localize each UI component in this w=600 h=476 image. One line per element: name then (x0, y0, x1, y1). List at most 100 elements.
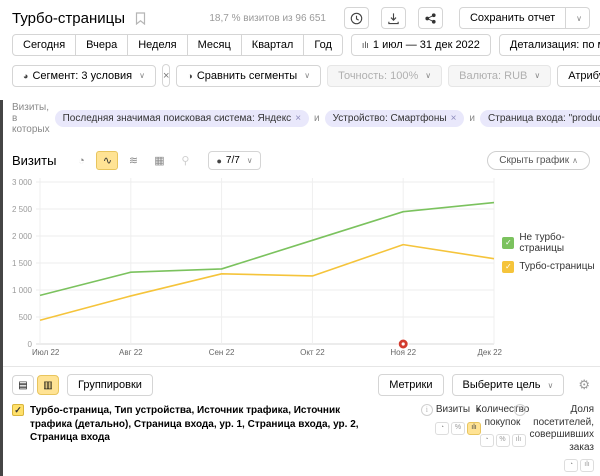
line-chart-icon[interactable]: ∿ (96, 151, 118, 170)
grouping-description: Турбо-страница, Тип устройства, Источник… (12, 404, 376, 472)
preset-week[interactable]: Неделя (128, 34, 187, 56)
segment-icon: ◕ (23, 71, 28, 81)
gear-icon[interactable] (578, 377, 590, 393)
report-header: Турбо-страницы 18,7 % визитов из 96 651 … (0, 0, 600, 31)
preset-month[interactable]: Месяц (188, 34, 242, 56)
chart-header: Визиты ◔ ∿ ≋ ▦ ⚲ ● 7/7 Скрыть график (12, 151, 590, 170)
share-display-modes: ◔ ılı (564, 459, 594, 472)
svg-text:Дек 22: Дек 22 (478, 348, 503, 357)
svg-text:2 000: 2 000 (12, 232, 33, 241)
svg-text:Июл 22: Июл 22 (32, 348, 60, 357)
compare-icon: ◑ (187, 71, 192, 81)
collapsed-sidebar-edge (0, 100, 3, 476)
legend-checkbox[interactable] (502, 261, 514, 273)
date-range-value: 1 июл — 31 дек 2022 (373, 39, 480, 51)
visits-summary: 18,7 % визитов из 96 651 (209, 13, 326, 24)
period-toolbar: Сегодня Вчера Неделя Месяц Квартал Год ı… (12, 34, 590, 56)
detalization-select[interactable]: Детализация: по месяцам (499, 34, 600, 56)
info-icon[interactable] (514, 404, 526, 416)
preset-yesterday[interactable]: Вчера (76, 34, 128, 56)
filter-connector: и (314, 113, 320, 124)
clock-icon (350, 12, 363, 25)
map-pin-icon[interactable]: ⚲ (174, 151, 196, 170)
currency-select[interactable]: Валюта: RUB (448, 65, 551, 87)
filter-chip-search-system[interactable]: Последняя значимая поисковая система: Ян… (55, 110, 309, 127)
percent-mode-icon[interactable]: % (496, 434, 510, 447)
pie-mode-icon[interactable]: ◔ (480, 434, 494, 447)
save-report-button[interactable]: Сохранить отчет (459, 7, 566, 29)
tree-view-button[interactable]: ▥ (37, 375, 59, 395)
save-report-group: Сохранить отчет (459, 7, 590, 29)
svg-text:Авг 22: Авг 22 (119, 348, 143, 357)
preset-year[interactable]: Год (304, 34, 343, 56)
preset-quarter[interactable]: Квартал (242, 34, 305, 56)
info-icon[interactable] (421, 404, 433, 416)
remove-chip-icon[interactable] (451, 113, 457, 124)
series-counter: 7/7 (226, 155, 240, 166)
svg-text:500: 500 (19, 313, 33, 322)
export-button[interactable] (381, 7, 406, 29)
filter-connector: и (469, 113, 475, 124)
bookmark-icon[interactable] (135, 12, 146, 25)
chart-section: 05001 0001 5002 0002 5003 000Июл 22Авг 2… (4, 174, 598, 360)
accuracy-select[interactable]: Точность: 100% (327, 65, 442, 87)
compare-segments-button[interactable]: ◑ Сравнить сегменты (176, 65, 321, 87)
series-count-select[interactable]: ● 7/7 (208, 151, 260, 170)
bar-chart-icon[interactable]: ▦ (148, 151, 170, 170)
column-header-visits[interactable]: Визиты ◔ % ılı (376, 404, 481, 472)
metrics-button[interactable]: Метрики (378, 374, 443, 396)
mini-bars-icon: ılı (362, 40, 369, 50)
legend-checkbox[interactable] (502, 237, 514, 249)
pie-mode-icon[interactable]: ◔ (564, 459, 578, 472)
table-toolbar: ▤ ▥ Группировки Метрики Выберите цель (0, 366, 600, 402)
grouping-text: Турбо-страница, Тип устройства, Источник… (30, 404, 362, 445)
svg-text:2 500: 2 500 (12, 205, 33, 214)
chip-label: Последняя значимая поисковая система: Ян… (63, 113, 292, 124)
grouping-checkbox[interactable] (12, 404, 24, 416)
groupings-button[interactable]: Группировки (67, 374, 153, 396)
list-view-button[interactable]: ▤ (12, 375, 34, 395)
chart-legend: Не турбо-страницы Турбо-страницы (502, 174, 598, 360)
pie-chart-icon[interactable]: ◔ (70, 151, 92, 170)
legend-item-non-turbo[interactable]: Не турбо-страницы (502, 232, 598, 254)
svg-text:1 000: 1 000 (12, 286, 33, 295)
history-button[interactable] (344, 7, 369, 29)
chip-label: Страница входа: "product/product" (488, 113, 600, 124)
stacked-chart-icon[interactable]: ≋ (122, 151, 144, 170)
share-button[interactable] (418, 7, 443, 29)
download-icon (387, 12, 400, 25)
pie-mode-icon[interactable]: ◔ (435, 422, 449, 435)
period-presets: Сегодня Вчера Неделя Месяц Квартал Год (12, 34, 343, 56)
goal-select[interactable]: Выберите цель (452, 374, 565, 396)
filter-visits-label: Визиты, в которых (12, 102, 50, 135)
legend-label: Турбо-страницы (519, 261, 594, 272)
legend-item-turbo[interactable]: Турбо-страницы (502, 261, 598, 273)
date-range-button[interactable]: ılı 1 июл — 31 дек 2022 (351, 34, 491, 56)
svg-text:Окт 22: Окт 22 (300, 348, 325, 357)
chart-metric-label: Визиты (12, 153, 56, 168)
visits-display-modes: ◔ % ılı (435, 422, 481, 435)
series-dot-icon: ● (216, 156, 221, 166)
filter-bar: Визиты, в которых Последняя значимая пои… (12, 96, 590, 140)
bars-mode-icon[interactable]: ılı (580, 459, 594, 472)
page-title: Турбо-страницы (12, 10, 125, 27)
filter-chip-device[interactable]: Устройство: Смартфоны (325, 110, 465, 127)
segment-button[interactable]: ◕ Сегмент: 3 условия (12, 65, 156, 87)
filter-chip-landing-page[interactable]: Страница входа: "product/product" (480, 110, 600, 127)
attribution-select[interactable]: Атрибуция: Последний значимый переход КД (557, 65, 600, 87)
share-nodes-icon (424, 12, 437, 25)
clear-segment-button[interactable] (162, 64, 170, 87)
preset-today[interactable]: Сегодня (12, 34, 76, 56)
visits-line-chart[interactable]: 05001 0001 5002 0002 5003 000Июл 22Авг 2… (4, 174, 502, 360)
attribution-label: Атрибуция: Последний значимый переход (568, 70, 600, 82)
segment-toolbar: ◕ Сегмент: 3 условия ◑ Сравнить сегменты… (12, 64, 590, 87)
column-header-share[interactable]: Доля посетителей, совершивших заказ ◔ ıl… (524, 404, 594, 472)
compare-label: Сравнить сегменты (197, 70, 297, 82)
chip-label: Устройство: Смартфоны (333, 113, 447, 124)
save-report-dropdown[interactable] (566, 7, 590, 29)
column-label: Доля посетителей, совершивших заказ (529, 404, 594, 454)
remove-chip-icon[interactable] (295, 113, 301, 124)
hide-chart-button[interactable]: Скрыть график (487, 151, 590, 170)
svg-text:Сен 22: Сен 22 (209, 348, 235, 357)
percent-mode-icon[interactable]: % (451, 422, 465, 435)
